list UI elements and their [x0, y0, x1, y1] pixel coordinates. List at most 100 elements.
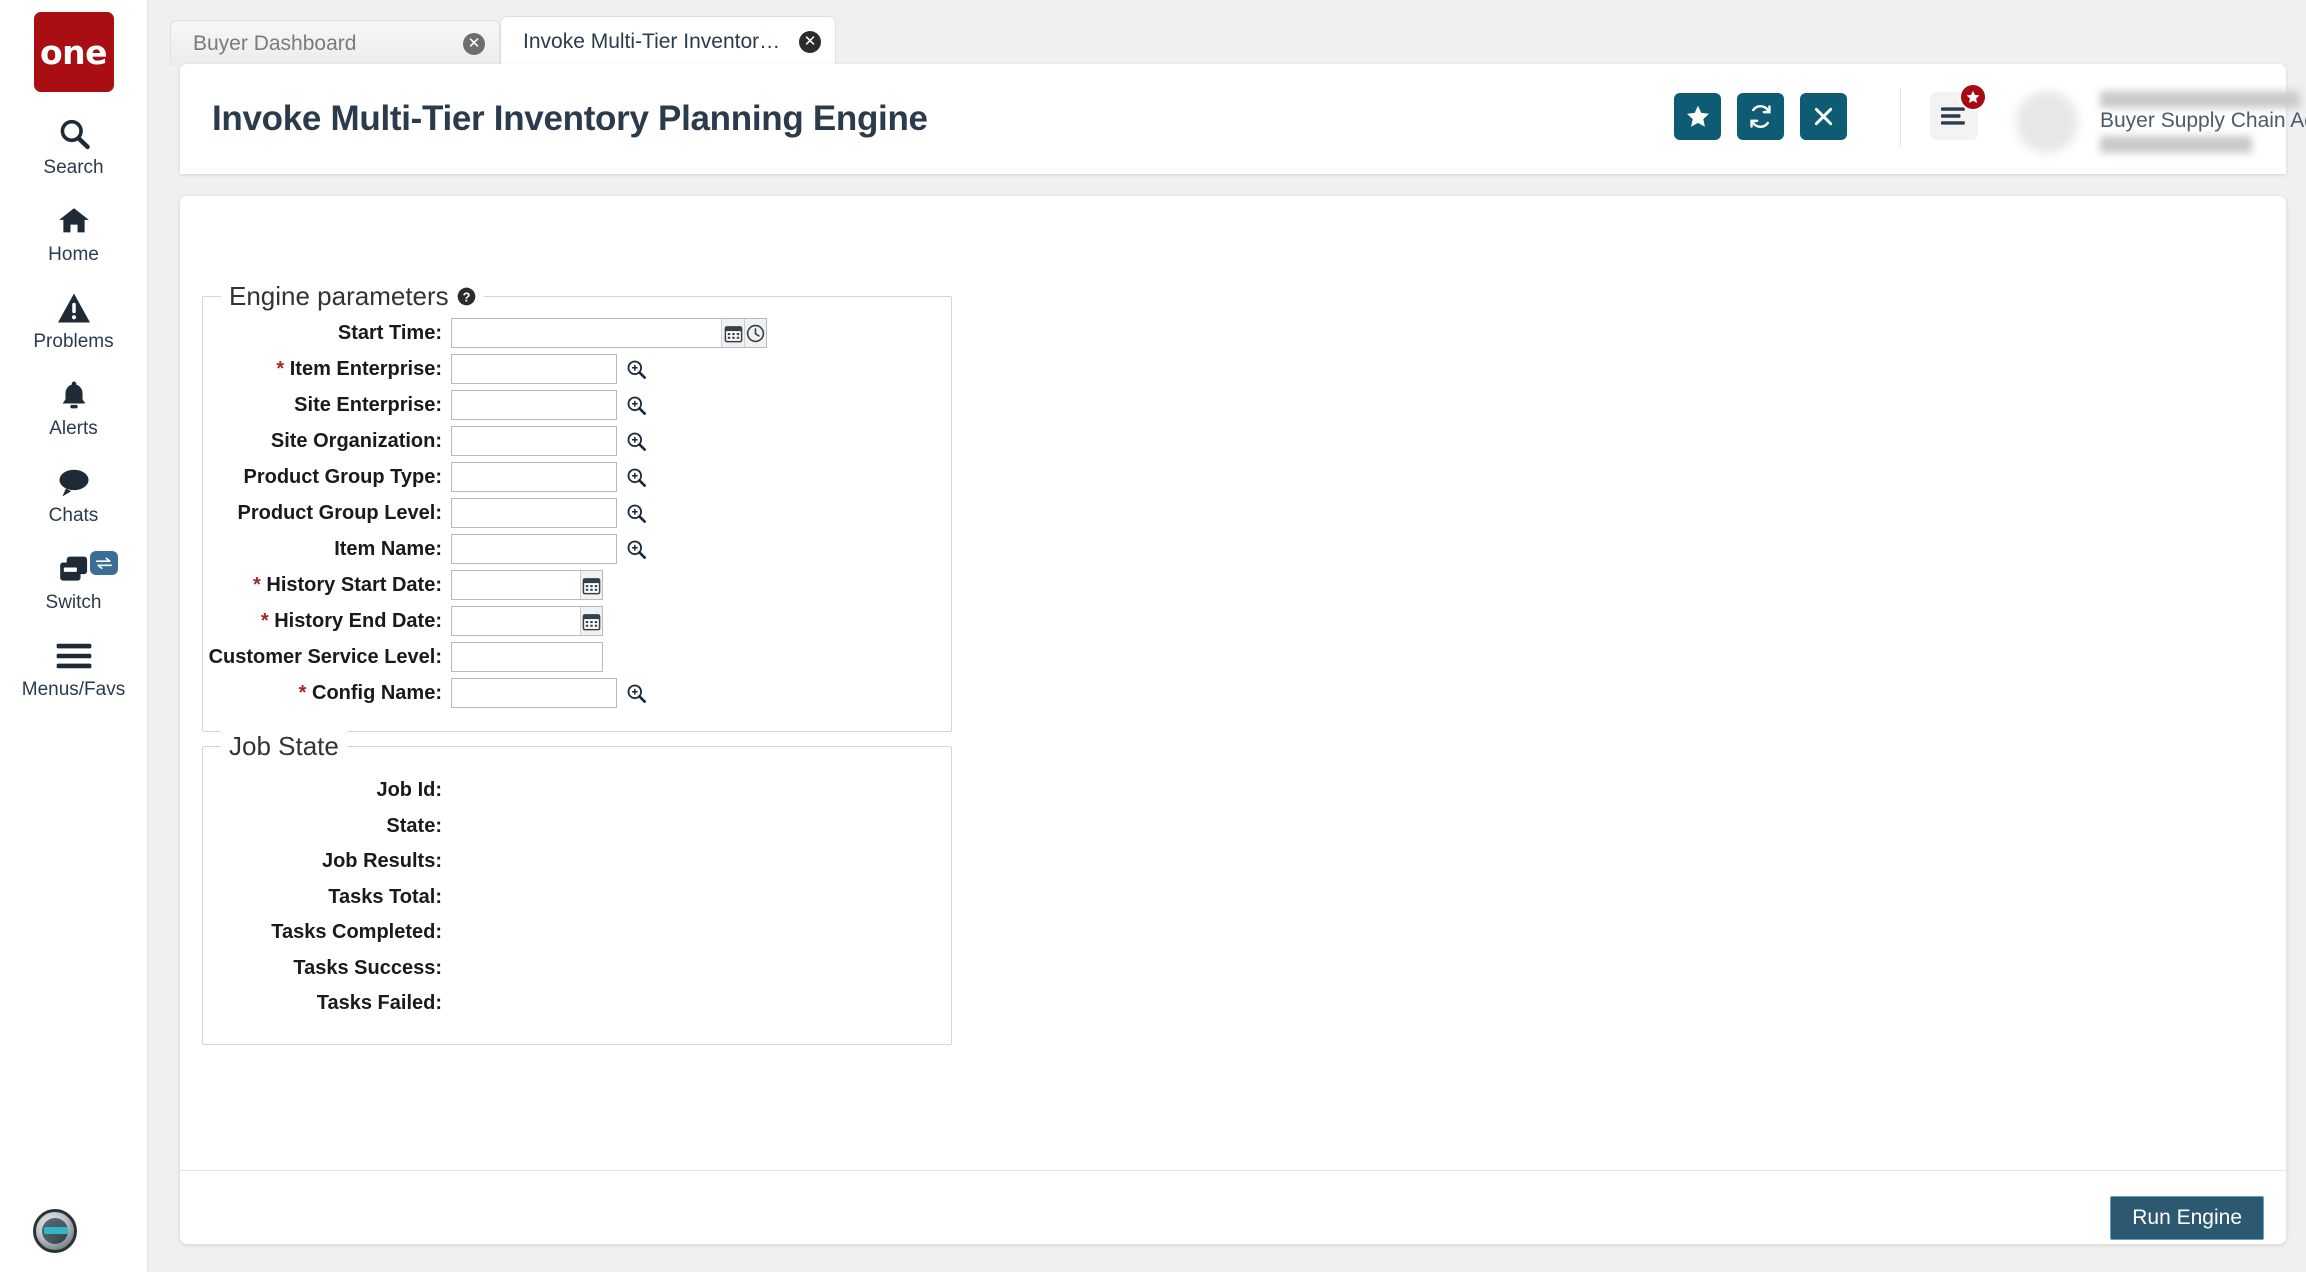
chat-bubble-icon — [56, 462, 92, 502]
calendar-icon — [724, 325, 742, 342]
app-logo[interactable]: one — [33, 12, 114, 92]
field-input[interactable] — [452, 463, 616, 491]
sidebar-item-chats[interactable]: Chats — [0, 462, 148, 527]
search-plus-icon[interactable] — [622, 534, 650, 564]
field-label: Product Group Level: — [237, 501, 442, 524]
user-panel[interactable]: Buyer Supply Chain Admin — [2008, 86, 2306, 158]
sidebar-item-problems[interactable]: Problems — [0, 288, 148, 353]
sidebar-item-alerts[interactable]: Alerts — [0, 375, 148, 440]
search-plus-icon[interactable] — [622, 678, 650, 708]
tab-label: Buyer Dashboard — [193, 31, 357, 55]
calendar-button[interactable] — [579, 607, 602, 635]
sidebar-item-label: Switch — [45, 592, 102, 613]
job-state-row: State: — [203, 809, 951, 845]
field-input[interactable] — [452, 679, 616, 707]
sidebar-item-search[interactable]: Search — [0, 114, 148, 179]
field-input-wrapper[interactable] — [451, 678, 617, 708]
required-asterisk: * — [260, 609, 275, 632]
field-input[interactable] — [452, 391, 616, 419]
sidebar-item-menus-favs[interactable]: Menus/Favs — [0, 636, 148, 701]
user-role-label: Buyer Supply Chain Admin — [2100, 109, 2306, 132]
form-row: * Item Enterprise: — [203, 351, 951, 387]
svg-text:?: ? — [462, 289, 470, 304]
form-row: Customer Service Level: — [203, 639, 951, 675]
engine-parameters-legend: Engine parameters ? — [221, 281, 484, 312]
field-input-wrapper[interactable] — [451, 390, 617, 420]
warning-triangle-icon — [56, 288, 92, 328]
job-state-row: Job Id: — [203, 773, 951, 809]
field-input-wrapper[interactable] — [451, 426, 617, 456]
field-input[interactable] — [452, 427, 616, 455]
run-engine-button[interactable]: Run Engine — [2110, 1196, 2264, 1240]
job-state-label: Tasks Total: — [328, 885, 442, 908]
job-state-label: State: — [386, 814, 442, 837]
field-input-wrapper[interactable] — [451, 318, 767, 348]
field-input[interactable] — [452, 355, 616, 383]
tab-bar: Buyer Dashboard ✕ Invoke Multi-Tier Inve… — [160, 0, 2306, 66]
close-circle-icon[interactable]: ✕ — [799, 30, 821, 53]
sidebar-item-label: Chats — [48, 505, 99, 526]
field-input-wrapper[interactable] — [451, 462, 617, 492]
refresh-button[interactable] — [1737, 93, 1784, 140]
clock-button[interactable] — [743, 319, 766, 347]
calendar-button[interactable] — [721, 319, 744, 347]
job-state-row: Tasks Failed: — [203, 986, 951, 1022]
field-input-wrapper[interactable] — [451, 354, 617, 384]
field-input[interactable] — [452, 319, 722, 347]
tab-invoke-multi-tier-inventory-planning[interactable]: Invoke Multi-Tier Inventory Plan... ✕ — [500, 16, 836, 66]
left-sidebar: one Search Home Problems Alerts Chats Sw… — [0, 0, 148, 1272]
field-input[interactable] — [452, 535, 616, 563]
search-plus-icon — [627, 360, 646, 379]
job-state-rows: Job Id: State: Job Results: Tasks Total: Tas… — [203, 747, 951, 1022]
field-input-wrapper[interactable] — [451, 534, 617, 564]
favorite-button[interactable] — [1674, 93, 1721, 140]
header-menu-button[interactable] — [1930, 83, 1987, 140]
sidebar-item-switch[interactable]: Switch — [0, 549, 148, 614]
calendar-icon — [582, 613, 601, 630]
job-state-row: Tasks Total: — [203, 880, 951, 916]
avatar — [2016, 91, 2078, 153]
close-circle-icon[interactable]: ✕ — [463, 32, 485, 55]
field-input-wrapper[interactable] — [451, 570, 603, 600]
field-label: Customer Service Level: — [208, 645, 442, 668]
form-row: Product Group Level: — [203, 495, 951, 531]
header-action-buttons — [1674, 93, 1847, 140]
search-plus-icon — [627, 540, 646, 559]
search-plus-icon — [627, 432, 646, 451]
robot-head-shape — [42, 1218, 68, 1244]
star-badge-icon — [1959, 83, 1987, 111]
job-state-fieldset: Job State Job Id: State: Job Results: Tasks… — [202, 731, 952, 1045]
sidebar-item-home[interactable]: Home — [0, 201, 148, 266]
field-input[interactable] — [452, 499, 616, 527]
field-input-wrapper[interactable] — [451, 498, 617, 528]
search-plus-icon[interactable] — [622, 354, 650, 384]
footer-divider — [180, 1170, 2286, 1171]
search-plus-icon[interactable] — [622, 426, 650, 456]
search-plus-icon[interactable] — [622, 462, 650, 492]
job-state-label: Job Results: — [321, 850, 442, 873]
x-icon — [1814, 107, 1833, 126]
field-input[interactable] — [452, 607, 580, 635]
help-circle-icon[interactable]: ? — [457, 287, 476, 306]
robot-assistant-icon[interactable] — [33, 1209, 77, 1253]
form-row: Product Group Type: — [203, 459, 951, 495]
close-button[interactable] — [1800, 93, 1847, 140]
search-plus-icon[interactable] — [622, 390, 650, 420]
field-label: Start Time: — [337, 321, 442, 344]
field-label: Product Group Type: — [243, 465, 442, 488]
required-asterisk: * — [276, 357, 290, 380]
hamburger-icon — [56, 636, 92, 676]
field-input-wrapper[interactable] — [451, 606, 603, 636]
tab-buyer-dashboard[interactable]: Buyer Dashboard ✕ — [170, 20, 500, 66]
field-input[interactable] — [452, 643, 602, 671]
sidebar-item-label: Home — [48, 244, 99, 265]
search-plus-icon — [627, 504, 646, 523]
search-plus-icon[interactable] — [622, 498, 650, 528]
calendar-button[interactable] — [579, 571, 602, 599]
swap-arrows-icon[interactable] — [89, 551, 118, 575]
field-input[interactable] — [452, 571, 580, 599]
app-logo-text: one — [39, 32, 108, 72]
search-plus-icon — [627, 468, 646, 487]
field-input-wrapper[interactable] — [451, 642, 603, 672]
legend-text: Engine parameters — [229, 281, 449, 311]
